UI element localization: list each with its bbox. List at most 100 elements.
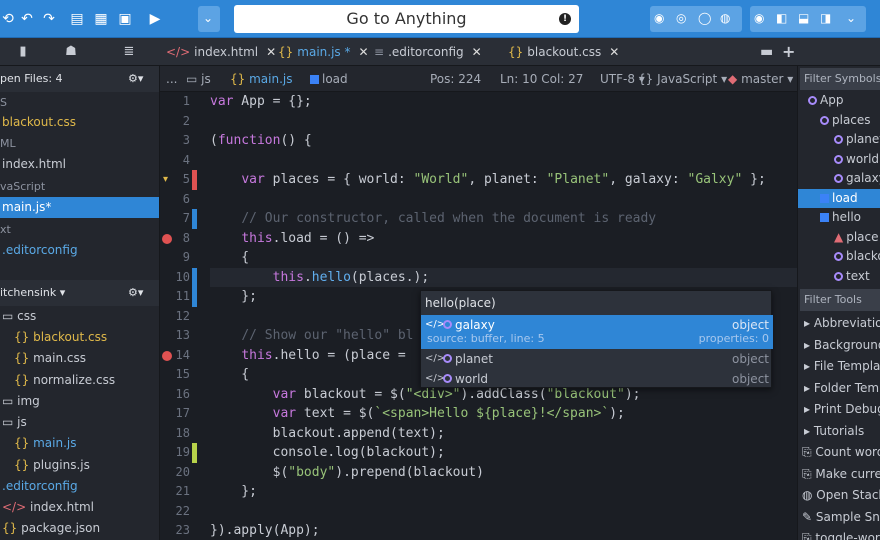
tool-label: Print Debug xyxy=(813,402,880,416)
breadcrumb-js[interactable]: ▭ js xyxy=(186,66,211,92)
stop-icon[interactable]: ◎ xyxy=(676,11,686,25)
go-to-anything-input[interactable]: Go to Anything! xyxy=(234,5,579,33)
open-file-blackout-css[interactable]: blackout.css xyxy=(0,112,159,133)
close-icon[interactable]: ✕ xyxy=(359,45,369,59)
info-icon[interactable]: ! xyxy=(559,13,571,25)
bottom-pane-icon[interactable]: ⬓ xyxy=(798,11,809,25)
file-plugins-js[interactable]: {} plugins.js xyxy=(0,455,159,476)
line-gutter[interactable]: 1 2 3 4 5 6 7 8 9 10 11 12 13 14 15 16 17 18 19 20 21 22 23 ▾ xyxy=(160,92,200,540)
close-icon[interactable]: ✕ xyxy=(266,45,276,59)
completion-item-world[interactable]: </> world object xyxy=(421,369,773,389)
tab-editorconfig[interactable]: ≡ .editorconfig ✕ xyxy=(374,38,482,66)
folder-img[interactable]: ▭ img xyxy=(0,391,159,412)
tool-count-words[interactable]: ⎘ Count words xyxy=(798,443,880,463)
file-index-html[interactable]: </> index.html xyxy=(0,497,159,518)
branch-status[interactable]: ◆ master ▾ xyxy=(728,66,793,92)
close-icon[interactable]: ✕ xyxy=(609,45,619,59)
tool-abbreviations[interactable]: ▸ Abbreviations xyxy=(798,314,880,334)
tool-toggle-word[interactable]: ⎘ toggle-word xyxy=(798,529,880,540)
redo-button[interactable]: ↷ xyxy=(38,8,60,30)
filter-tools-input[interactable]: Filter Tools xyxy=(800,289,880,311)
new-tab-button[interactable]: + xyxy=(782,38,795,66)
code-line: { xyxy=(210,367,250,382)
save-macro-icon[interactable]: ◍ xyxy=(720,11,730,25)
eye-icon[interactable]: ◉ xyxy=(754,11,764,25)
file-normalize-css[interactable]: {} normalize.css xyxy=(0,370,159,391)
symbol-hello[interactable]: hello xyxy=(798,208,880,228)
symbol-app[interactable]: App xyxy=(798,91,880,111)
symbol-text[interactable]: text xyxy=(798,267,880,287)
new-file-icon[interactable]: ▤ xyxy=(66,8,88,30)
file-blackout-css[interactable]: {} blackout.css xyxy=(0,327,159,348)
run-icon[interactable]: ▶ xyxy=(144,8,166,30)
open-file-index-html[interactable]: index.html xyxy=(0,154,159,175)
file-main-js[interactable]: {} main.js xyxy=(0,433,159,454)
folder-css[interactable]: ▭ css xyxy=(0,306,159,327)
filter-symbols-input[interactable]: Filter Symbols xyxy=(800,68,880,90)
record-icon[interactable]: ◉ xyxy=(654,11,664,25)
file-editorconfig[interactable]: .editorconfig xyxy=(0,476,159,497)
breadcrumb-more[interactable]: ... xyxy=(166,66,177,92)
symbol-world[interactable]: world xyxy=(798,150,880,170)
folder-js[interactable]: ▭ js xyxy=(0,412,159,433)
file-main-css[interactable]: {} main.css xyxy=(0,348,159,369)
chevron-down-icon[interactable]: ⌄ xyxy=(846,11,856,25)
tool-file-templates[interactable]: ▸ File Templates xyxy=(798,357,880,377)
symbol-places[interactable]: places xyxy=(798,111,880,131)
close-icon[interactable]: ✕ xyxy=(472,45,482,59)
open-folder-icon[interactable]: ▦ xyxy=(90,8,112,30)
project-header[interactable]: itchensink ▾ ⚙▾ xyxy=(0,280,159,306)
symbol-blackout[interactable]: blackout xyxy=(798,247,880,267)
save-icon[interactable]: ▣ xyxy=(114,8,136,30)
symbol-galaxy[interactable]: galaxy xyxy=(798,169,880,189)
bookmark-icon[interactable]: ▾ xyxy=(163,174,168,185)
breadcrumb-symbol[interactable]: load xyxy=(310,66,348,92)
function-icon xyxy=(310,75,319,84)
tool-open-stack[interactable]: ◍ Open Stack xyxy=(798,486,880,506)
breakpoint-icon[interactable] xyxy=(162,350,172,361)
left-pane-icon[interactable]: ◧ xyxy=(776,11,787,25)
tool-make-current[interactable]: ⎘ Make current xyxy=(798,465,880,485)
symbol-planet[interactable]: planet xyxy=(798,130,880,150)
line-number: 7 xyxy=(182,211,190,225)
dropdown-button[interactable]: ⌄ xyxy=(198,6,220,32)
tab-label: blackout.css xyxy=(527,45,602,59)
file-package-json[interactable]: {} package.json xyxy=(0,518,159,539)
breadcrumb-label: js xyxy=(201,72,211,86)
change-marker xyxy=(192,267,197,287)
database-tab-icon[interactable]: ≣ xyxy=(106,38,152,66)
gear-icon[interactable]: ⚙▾ xyxy=(128,66,143,92)
text-file-icon: ≡ xyxy=(374,45,385,59)
files-tab-icon[interactable]: ▮ xyxy=(0,38,46,66)
tool-tutorials[interactable]: ▸ Tutorials xyxy=(798,422,880,442)
gear-icon[interactable]: ⚙▾ xyxy=(128,280,143,306)
code-line: var places = { world: "World", planet: "… xyxy=(241,172,766,187)
tab-main-js[interactable]: {} main.js * ✕ xyxy=(278,38,369,66)
tab-list-icon[interactable]: ▬ xyxy=(760,38,773,66)
tool-print-debug[interactable]: ▸ Print Debug xyxy=(798,400,880,420)
completion-item-planet[interactable]: </> planet object xyxy=(421,349,773,369)
open-file-editorconfig[interactable]: .editorconfig xyxy=(0,240,159,261)
symbol-place[interactable]: ▲ place xyxy=(798,228,880,248)
tab-blackout-css[interactable]: {} blackout.css ✕ xyxy=(508,38,619,66)
symbol-label: hello xyxy=(832,210,861,224)
open-file-main-js[interactable]: main.js* xyxy=(0,197,159,218)
breadcrumb-file[interactable]: {} main.js xyxy=(230,66,293,92)
completion-item-galaxy[interactable]: </> galaxy object source: buffer, line: … xyxy=(421,315,773,349)
symbol-load[interactable]: load xyxy=(798,188,880,208)
people-tab-icon[interactable]: ☗ xyxy=(48,38,94,66)
undo-button[interactable]: ↶ xyxy=(16,8,38,30)
tool-folder-templates[interactable]: ▸ Folder Templates xyxy=(798,379,880,399)
tab-index-html[interactable]: </> index.html ✕ xyxy=(166,38,276,66)
object-icon xyxy=(834,252,843,261)
right-pane-icon[interactable]: ◨ xyxy=(820,11,831,25)
language-status[interactable]: {} JavaScript ▾ xyxy=(638,66,727,92)
code-line: console.log(blackout); xyxy=(210,445,445,460)
undo-icon[interactable]: ⟲ xyxy=(0,8,16,30)
breakpoint-icon[interactable] xyxy=(162,233,172,244)
play-icon[interactable]: ◯ xyxy=(698,11,711,25)
tool-background[interactable]: ▸ Background xyxy=(798,336,880,356)
symbol-label: place xyxy=(846,229,879,244)
open-files-header[interactable]: pen Files: 4 ⚙▾ xyxy=(0,66,159,92)
tool-sample-snippet[interactable]: ✎ Sample Snippet xyxy=(798,508,880,528)
